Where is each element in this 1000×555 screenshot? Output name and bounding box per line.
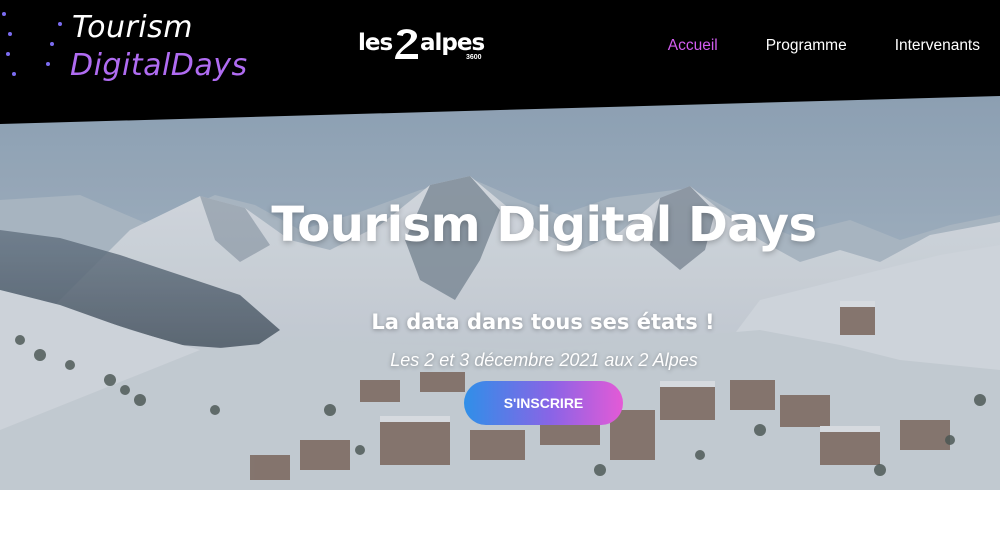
nav-item-intervenants[interactable]: Intervenants bbox=[895, 37, 980, 55]
hero-title: Tourism Digital Days bbox=[271, 197, 817, 253]
logo-lines-icon bbox=[2, 12, 68, 76]
main-nav: Accueil Programme Intervenants bbox=[668, 37, 980, 55]
partner-logo-altitude: 3600 bbox=[466, 54, 482, 61]
partner-logo-2-icon bbox=[395, 29, 418, 59]
nav-item-accueil[interactable]: Accueil bbox=[668, 37, 718, 55]
content-area bbox=[0, 490, 1000, 555]
partner-logo-les: les bbox=[358, 30, 393, 56]
page: Tourism DigitalDays les alpes 3600 Accue… bbox=[0, 0, 1000, 555]
register-button[interactable]: S'INSCRIRE bbox=[464, 381, 623, 425]
partner-logo-alpes: alpes bbox=[420, 30, 485, 56]
logo-text-digitaldays: DigitalDays bbox=[70, 48, 248, 83]
partner-logo-les2alpes[interactable]: les alpes 3600 bbox=[358, 26, 488, 66]
nav-item-programme[interactable]: Programme bbox=[766, 37, 847, 55]
hero-subtitle: La data dans tous ses états ! bbox=[371, 310, 715, 334]
site-logo[interactable]: Tourism DigitalDays bbox=[0, 6, 247, 86]
logo-text-tourism: Tourism bbox=[72, 10, 194, 45]
hero-event-date: Les 2 et 3 décembre 2021 aux 2 Alpes bbox=[390, 350, 698, 370]
